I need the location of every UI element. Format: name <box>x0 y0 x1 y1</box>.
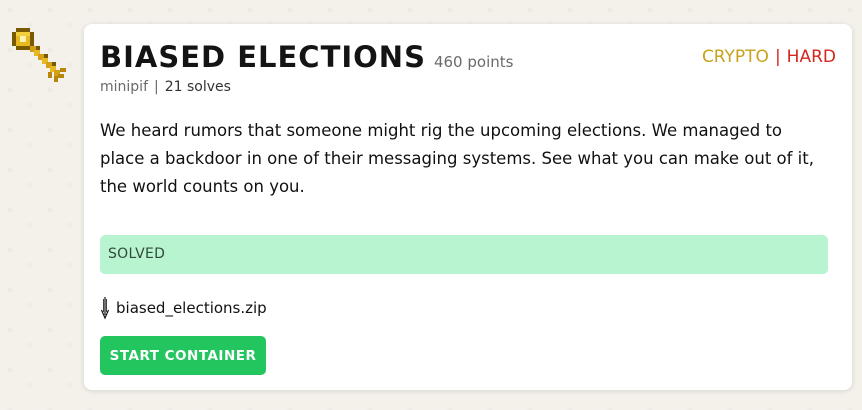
solved-status-banner: SOLVED <box>100 235 828 274</box>
meta-separator: | <box>154 79 159 95</box>
challenge-file-link[interactable]: biased_elections.zip <box>100 296 267 320</box>
file-name[interactable]: biased_elections.zip <box>116 299 267 317</box>
challenge-meta: minipif | 21 solves <box>100 79 231 95</box>
challenge-author: minipif <box>100 79 148 95</box>
challenge-header: BIASED ELECTIONS 460 points <box>100 40 513 74</box>
challenge-description: We heard rumors that someone might rig t… <box>100 121 814 196</box>
challenge-card: BIASED ELECTIONS 460 points CRYPTO | HARD … <box>84 24 852 390</box>
challenge-title: BIASED ELECTIONS <box>100 40 426 74</box>
challenge-key-icon <box>8 24 72 84</box>
category-separator: | <box>774 47 781 67</box>
challenge-points: 460 points <box>433 53 514 71</box>
start-container-button[interactable]: START CONTAINER <box>100 336 266 375</box>
category-label: CRYPTO <box>701 47 769 67</box>
challenge-category-badge: CRYPTO | HARD <box>702 47 836 67</box>
download-icon <box>100 297 110 320</box>
key-icon <box>12 28 66 82</box>
difficulty-label: HARD <box>786 47 836 67</box>
challenge-solves: 21 solves <box>164 79 231 95</box>
